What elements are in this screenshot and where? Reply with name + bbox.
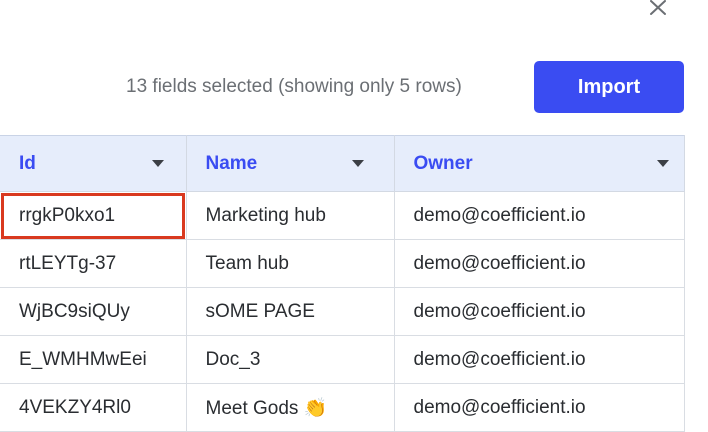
close-button[interactable] (646, 0, 670, 16)
table-cell-id[interactable]: rrgkP0kxo1 (0, 191, 187, 240)
preview-table: Id Name Owner rrgkP0kxo1 Marketing hub d… (0, 135, 685, 432)
chevron-down-icon[interactable] (351, 160, 364, 167)
table-cell-owner[interactable]: demo@coefficient.io (393, 191, 685, 240)
column-header-name[interactable]: Name (185, 135, 395, 192)
table-cell-name[interactable]: Doc_3 (185, 335, 395, 384)
column-header-label: Name (205, 152, 258, 174)
close-icon (650, 0, 666, 15)
table-row: E_WMHMwEei Doc_3 demo@coefficient.io (0, 335, 685, 384)
selection-status-text: 13 fields selected (showing only 5 rows) (126, 76, 462, 97)
table-cell-id[interactable]: WjBC9siQUy (0, 287, 187, 336)
column-header-owner[interactable]: Owner (393, 135, 685, 192)
table-cell-owner[interactable]: demo@coefficient.io (393, 239, 685, 288)
table-row: rrgkP0kxo1 Marketing hub demo@coefficien… (0, 191, 685, 240)
chevron-down-icon[interactable] (152, 160, 164, 167)
table-row: WjBC9siQUy sOME PAGE demo@coefficient.io (0, 287, 685, 336)
table-cell-id[interactable]: E_WMHMwEei (0, 335, 187, 384)
column-header-id[interactable]: Id (0, 135, 187, 192)
column-header-label: Id (19, 152, 36, 174)
chevron-down-icon[interactable] (656, 160, 669, 167)
table-cell-name[interactable]: Team hub (185, 239, 395, 288)
table-cell-name[interactable]: Meet Gods 👏 (185, 383, 395, 432)
table-cell-name[interactable]: sOME PAGE (185, 287, 395, 336)
table-cell-id[interactable]: 4VEKZY4Rl0 (0, 383, 187, 432)
table-cell-owner[interactable]: demo@coefficient.io (393, 383, 685, 432)
column-header-label: Owner (413, 152, 473, 174)
table-cell-name[interactable]: Marketing hub (185, 191, 395, 240)
table-row: rtLEYTg-37 Team hub demo@coefficient.io (0, 239, 685, 288)
import-button[interactable]: Import (534, 61, 684, 113)
table-header-row: Id Name Owner (0, 135, 685, 192)
table-cell-id[interactable]: rtLEYTg-37 (0, 239, 187, 288)
table-row: 4VEKZY4Rl0 Meet Gods 👏 demo@coefficient.… (0, 383, 685, 432)
table-cell-owner[interactable]: demo@coefficient.io (393, 287, 685, 336)
table-cell-owner[interactable]: demo@coefficient.io (393, 335, 685, 384)
